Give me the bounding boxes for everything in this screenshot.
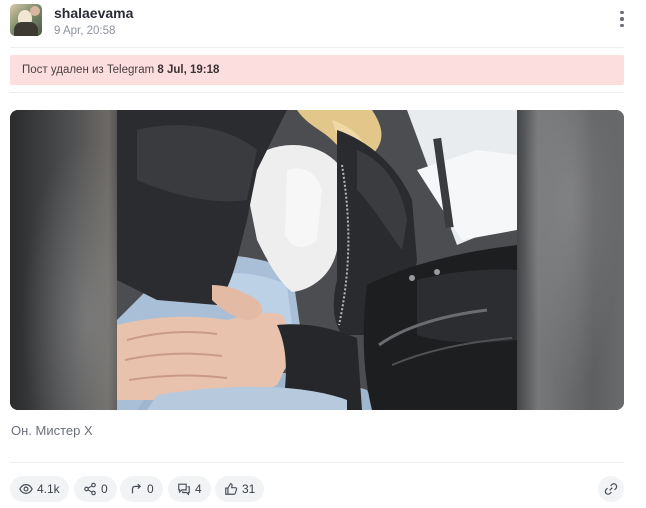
post-timestamp: 9 Apr, 20:58 xyxy=(54,25,116,37)
post-header: shalaevama 9 Apr, 20:58 xyxy=(10,4,630,40)
copy-link-button[interactable] xyxy=(598,476,624,502)
views-count: 4.1k xyxy=(37,482,60,496)
eye-icon xyxy=(19,484,33,494)
divider xyxy=(10,462,624,463)
shares-count: 0 xyxy=(101,482,108,496)
post-card: shalaevama 9 Apr, 20:58 Пост удален из T… xyxy=(0,0,646,508)
avatar[interactable] xyxy=(10,4,42,36)
comments-count: 4 xyxy=(195,482,202,496)
likes-count: 31 xyxy=(242,482,256,496)
deleted-notice-date: 8 Jul, 19:18 xyxy=(157,64,220,76)
divider xyxy=(10,92,624,93)
comments-icon xyxy=(178,483,190,496)
more-options-icon[interactable] xyxy=(614,8,630,30)
post-stats-bar: 4.1k 0 0 4 31 xyxy=(10,476,624,502)
deleted-notice-banner: Пост удален из Telegram 8 Jul, 19:18 xyxy=(10,55,624,85)
likes-stat[interactable]: 31 xyxy=(215,476,265,502)
comments-stat[interactable]: 4 xyxy=(168,476,211,502)
share-icon xyxy=(84,482,96,496)
shares-stat[interactable]: 0 xyxy=(74,476,117,502)
link-icon xyxy=(604,483,618,495)
author-username[interactable]: shalaevama xyxy=(54,5,133,21)
forward-icon xyxy=(131,483,142,494)
post-photo[interactable] xyxy=(117,110,517,410)
divider xyxy=(10,47,624,48)
forwards-count: 0 xyxy=(147,482,154,496)
forwards-stat[interactable]: 0 xyxy=(120,476,163,502)
deleted-notice-text: Пост удален из Telegram xyxy=(22,64,158,76)
thumbs-up-icon xyxy=(225,483,238,495)
post-media[interactable] xyxy=(10,110,624,410)
views-stat[interactable]: 4.1k xyxy=(10,476,69,502)
post-caption: Он. Мистер Х xyxy=(11,423,93,438)
